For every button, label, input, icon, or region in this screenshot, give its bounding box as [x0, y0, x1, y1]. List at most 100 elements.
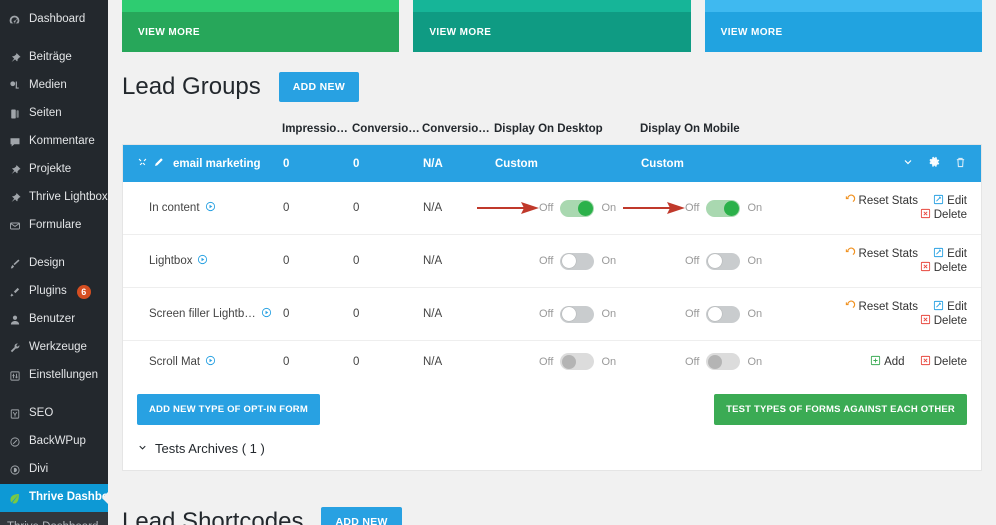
- add-label: Add: [884, 355, 905, 368]
- sidebar-item-divi[interactable]: Divi: [0, 456, 108, 484]
- desktop-toggle-group[interactable]: Off On: [539, 353, 641, 370]
- play-circle-icon[interactable]: [261, 307, 272, 321]
- sidebar-item-beitraege[interactable]: Beiträge: [0, 44, 108, 72]
- col-header-display-mobile: Display On Mobile: [640, 114, 790, 144]
- card-top-band: [413, 0, 691, 12]
- play-circle-icon[interactable]: [205, 201, 216, 215]
- mobile-toggle-group[interactable]: Off On: [685, 252, 791, 270]
- toggle-off-label: Off: [539, 255, 554, 267]
- add-new-lead-group-button[interactable]: ADD NEW: [278, 72, 360, 102]
- row-conversions: 0: [353, 182, 423, 235]
- desktop-toggle-switch[interactable]: [560, 305, 595, 323]
- delete-button[interactable]: Delete: [920, 208, 967, 222]
- tests-archives-label: Tests Archives ( 1 ): [155, 441, 265, 456]
- lead-groups-column-headers: Impressio… Conversio… Conversio… Display…: [122, 114, 982, 144]
- col-header-conversion-rate: Conversio…: [422, 114, 494, 144]
- row-conversions: 0: [353, 355, 360, 368]
- pin-icon: [7, 164, 22, 176]
- lead-group-row[interactable]: email marketing 0 0 N/A Custom Custom: [123, 145, 981, 182]
- add-button[interactable]: Add: [870, 355, 905, 369]
- row-conversion-rate: N/A: [423, 182, 495, 235]
- desktop-toggle-group[interactable]: Off On: [539, 305, 641, 323]
- summary-card-3[interactable]: VIEW MORE: [704, 0, 982, 52]
- view-more-button[interactable]: VIEW MORE: [138, 27, 200, 38]
- group-conversions: 0: [353, 157, 360, 170]
- sidebar-item-backwpup[interactable]: BackWPup: [0, 428, 108, 456]
- sidebar-item-kommentare[interactable]: Kommentare: [0, 128, 108, 156]
- delete-button[interactable]: Delete: [920, 355, 967, 369]
- add-new-optin-form-button[interactable]: ADD NEW TYPE OF OPT-IN FORM: [137, 394, 320, 425]
- edit-button[interactable]: Edit: [933, 247, 967, 261]
- row-name-cell: Lightbox: [123, 234, 283, 288]
- sidebar-item-thrive-lightboxes[interactable]: Thrive Lightboxes: [0, 184, 108, 212]
- mobile-toggle-group[interactable]: Off On: [623, 199, 791, 217]
- move-icon[interactable]: [137, 157, 148, 171]
- play-circle-icon[interactable]: [197, 254, 208, 268]
- reset-stats-button[interactable]: Reset Stats: [845, 194, 918, 208]
- sidebar-item-einstellungen[interactable]: Einstellungen: [0, 362, 108, 390]
- table-row[interactable]: Screen filler Lightb… 0 0 N/A Off On Off…: [123, 287, 981, 341]
- add-new-shortcode-button[interactable]: ADD NEW: [321, 507, 402, 525]
- mobile-toggle-group[interactable]: Off On: [685, 353, 791, 370]
- sidebar-item-projekte[interactable]: Projekte: [0, 156, 108, 184]
- chevron-down-icon[interactable]: [902, 156, 914, 171]
- table-row[interactable]: Lightbox 0 0 N/A Off On Off On Reset Sta…: [123, 234, 981, 288]
- mobile-toggle-switch[interactable]: [706, 353, 741, 370]
- edit-button[interactable]: Edit: [933, 194, 967, 208]
- desktop-toggle-group[interactable]: Off On: [539, 252, 641, 270]
- summary-card-2[interactable]: VIEW MORE: [413, 0, 691, 52]
- sidebar-item-label: Seiten: [29, 107, 62, 120]
- sidebar-item-seiten[interactable]: Seiten: [0, 100, 108, 128]
- test-forms-button[interactable]: TEST TYPES OF FORMS AGAINST EACH OTHER: [714, 394, 967, 425]
- gear-icon[interactable]: [927, 155, 941, 172]
- brush-icon: [7, 258, 22, 270]
- sidebar-item-label: Benutzer: [29, 313, 76, 326]
- mobile-toggle-switch[interactable]: [706, 305, 741, 323]
- settings-icon: [7, 370, 22, 382]
- mobile-toggle-group[interactable]: Off On: [685, 305, 791, 323]
- trash-icon[interactable]: [954, 156, 967, 172]
- reset-stats-button[interactable]: Reset Stats: [845, 247, 918, 261]
- table-row[interactable]: Scroll Mat 0 0 N/A Off On Off On Add Del…: [123, 341, 981, 383]
- mobile-toggle-switch[interactable]: [706, 199, 741, 217]
- group-name-label: email marketing: [173, 157, 261, 170]
- backwpup-icon: [7, 436, 22, 448]
- view-more-button[interactable]: VIEW MORE: [721, 27, 783, 38]
- desktop-toggle-group[interactable]: Off On: [477, 199, 641, 217]
- summary-card-1[interactable]: VIEW MORE: [122, 0, 400, 52]
- envelope-icon: [7, 220, 22, 232]
- sidebar-item-design[interactable]: Design: [0, 250, 108, 278]
- sidebar-item-plugins[interactable]: Plugins 6: [0, 278, 108, 306]
- desktop-toggle-switch[interactable]: [560, 353, 595, 370]
- row-impressions: 0: [283, 182, 353, 235]
- reset-stats-button[interactable]: Reset Stats: [845, 300, 918, 314]
- submenu-item-thrive-dashboard[interactable]: Thrive Dashboard: [0, 516, 108, 525]
- sidebar-item-label: Thrive Dashboard: [29, 491, 108, 504]
- view-more-button[interactable]: VIEW MORE: [429, 27, 491, 38]
- edit-pencil-icon[interactable]: [153, 157, 164, 171]
- plug-icon: [7, 286, 22, 298]
- delete-button[interactable]: Delete: [920, 261, 967, 275]
- sidebar-item-medien[interactable]: Medien: [0, 72, 108, 100]
- sidebar-item-dashboard[interactable]: Dashboard: [0, 6, 108, 34]
- play-circle-icon[interactable]: [205, 355, 216, 369]
- desktop-toggle-switch[interactable]: [560, 199, 595, 217]
- row-impressions: 0: [283, 287, 353, 341]
- table-header-row: Impressio… Conversio… Conversio… Display…: [122, 114, 982, 144]
- table-row[interactable]: In content 0 0 N/A Off On Off On Reset S…: [123, 182, 981, 235]
- delete-button[interactable]: Delete: [920, 314, 967, 328]
- leaf-icon: [7, 492, 22, 505]
- sidebar-item-werkzeuge[interactable]: Werkzeuge: [0, 334, 108, 362]
- row-mobile-toggle-cell: Off On: [641, 287, 791, 341]
- mobile-toggle-switch[interactable]: [706, 252, 741, 270]
- tests-archives-toggle[interactable]: Tests Archives ( 1 ): [123, 425, 981, 470]
- desktop-toggle-switch[interactable]: [560, 252, 595, 270]
- sidebar-item-thrive-dashboard[interactable]: Thrive Dashboard: [0, 484, 108, 512]
- sidebar-item-formulare[interactable]: Formulare: [0, 212, 108, 240]
- sidebar-item-label: Thrive Lightboxes: [29, 191, 108, 204]
- sidebar-item-benutzer[interactable]: Benutzer: [0, 306, 108, 334]
- sidebar-item-seo[interactable]: SEO: [0, 400, 108, 428]
- row-conversion-rate: N/A: [423, 287, 495, 341]
- sidebar-item-label: Design: [29, 257, 65, 270]
- edit-button[interactable]: Edit: [933, 300, 967, 314]
